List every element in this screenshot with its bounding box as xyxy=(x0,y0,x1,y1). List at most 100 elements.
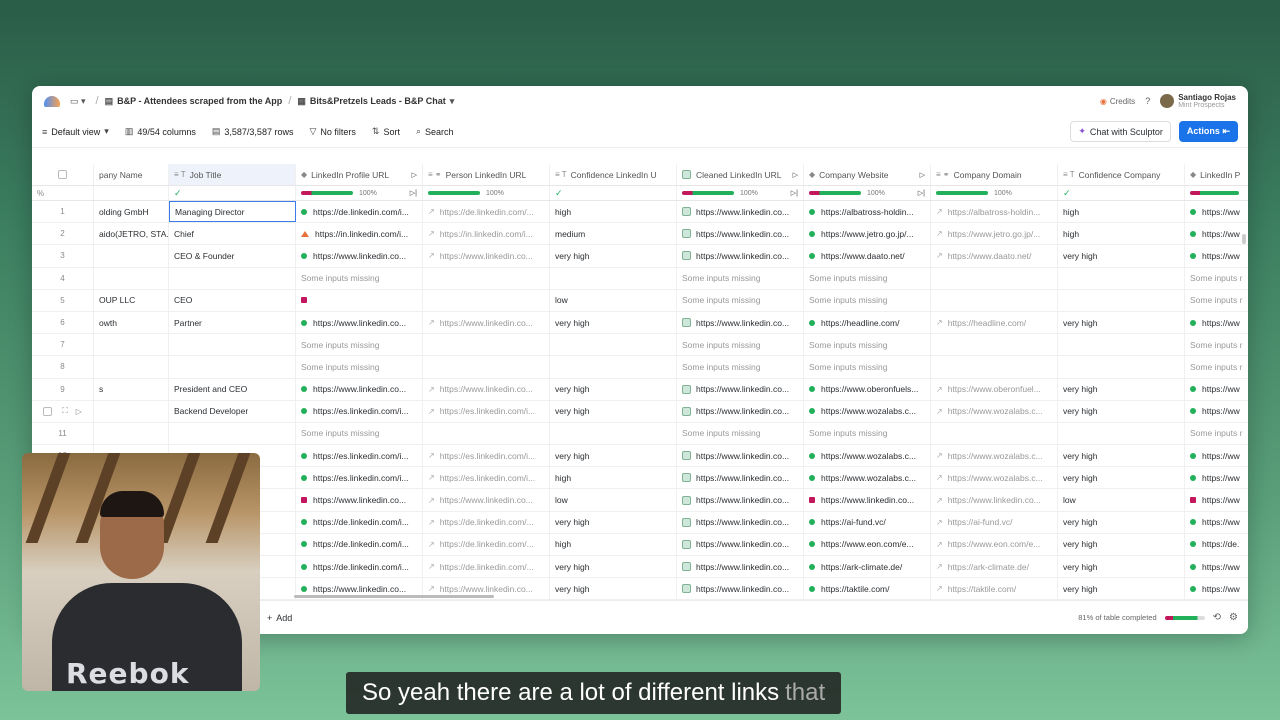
cell-confidence-company[interactable] xyxy=(1058,422,1185,445)
table-row[interactable]: 7 Some inputs missing Some inputs missing S… xyxy=(32,334,1248,357)
cell-confidence-linkedin[interactable]: medium xyxy=(550,223,677,245)
cell-confidence-company[interactable]: high xyxy=(1058,201,1185,223)
run-icon[interactable]: ▷ xyxy=(793,171,798,179)
cell-confidence-linkedin[interactable]: very high xyxy=(550,400,677,422)
settings-icon[interactable]: ⚙ xyxy=(1229,612,1238,623)
cell-company-domain[interactable]: ↗ https://www.wozalabs.c... xyxy=(931,445,1058,467)
vertical-scrollbar[interactable] xyxy=(1242,234,1246,244)
cell-company-domain[interactable]: ↗ https://headline.com/ xyxy=(931,311,1058,334)
cell-person-linkedin-url[interactable]: ↗ https://de.linkedin.com/... xyxy=(423,556,550,578)
cell-job-title[interactable]: Managing Director xyxy=(169,201,296,223)
cell-linkedin-profile-url[interactable]: https://es.linkedin.com/i... xyxy=(296,467,423,489)
cell-linkedin-profile-url[interactable]: https://www.linkedin.co... xyxy=(296,378,423,400)
cell-linkedin-p[interactable]: https://de. xyxy=(1185,534,1248,555)
cell-company-website[interactable]: https://ark-climate.de/ xyxy=(804,556,931,578)
cell-confidence-linkedin[interactable]: high xyxy=(550,467,677,489)
cell-cleaned-linkedin-url[interactable]: https://www.linkedin.co... xyxy=(677,511,804,533)
cell-linkedin-profile-url[interactable]: Some inputs missing xyxy=(296,422,423,445)
cell-linkedin-profile-url[interactable]: https://in.linkedin.com/i... xyxy=(296,223,423,245)
row-checkbox[interactable] xyxy=(43,406,53,416)
cell-company-domain[interactable]: ↗ https://taktile.com/ xyxy=(931,578,1058,600)
filter-button[interactable]: ▽ No filters xyxy=(309,126,355,137)
cell-cleaned-linkedin-url[interactable]: https://www.linkedin.co... xyxy=(677,311,804,334)
cell-cleaned-linkedin-url[interactable]: https://www.linkedin.co... xyxy=(677,245,804,267)
cell-company-website[interactable]: https://www.wozalabs.c... xyxy=(804,400,931,422)
app-logo[interactable] xyxy=(44,94,60,108)
cell-company-name[interactable]: s xyxy=(94,378,169,400)
cell-confidence-linkedin[interactable]: high xyxy=(550,201,677,223)
cell-linkedin-profile-url[interactable]: https://es.linkedin.com/i... xyxy=(296,400,423,422)
run-icon[interactable]: ▷ xyxy=(920,171,925,179)
cell-confidence-linkedin[interactable] xyxy=(550,422,677,445)
table-row[interactable]: 3 CEO & Founder https://www.linkedin.co...… xyxy=(32,245,1248,268)
table-row[interactable]: 2 aido(JETRO, STA... Chief https://in.linke… xyxy=(32,223,1248,246)
cell-cleaned-linkedin-url[interactable]: https://www.linkedin.co... xyxy=(677,556,804,578)
cell-confidence-linkedin[interactable]: very high xyxy=(550,556,677,578)
folder-icon[interactable]: ▭ ▾ xyxy=(70,96,86,107)
cell-job-title[interactable]: Chief xyxy=(169,223,296,245)
cell-company-website[interactable]: https://www.daato.net/ xyxy=(804,245,931,267)
cell-linkedin-profile-url[interactable]: https://de.linkedin.com/i... xyxy=(296,201,423,223)
col-header-person-linkedin-url[interactable]: ≡ ⚭ Person LinkedIn URL xyxy=(423,164,550,185)
cell-cleaned-linkedin-url[interactable]: https://www.linkedin.co... xyxy=(677,201,804,223)
cell-company-name[interactable] xyxy=(94,356,169,378)
cell-company-domain[interactable]: ↗ https://ai-fund.vc/ xyxy=(931,511,1058,533)
cell-confidence-company[interactable]: very high xyxy=(1058,556,1185,578)
cell-linkedin-p[interactable]: https://ww xyxy=(1185,489,1248,510)
cell-linkedin-profile-url[interactable]: Some inputs missing xyxy=(296,334,423,356)
credits-button[interactable]: ◉ Credits xyxy=(1100,97,1135,106)
cell-company-website[interactable]: https://headline.com/ xyxy=(804,311,931,334)
rows-button[interactable]: ▤ 3,587/3,587 rows xyxy=(212,126,294,137)
search-button[interactable]: ⌕ Search xyxy=(416,126,454,137)
cell-confidence-linkedin[interactable]: very high xyxy=(550,578,677,600)
cell-linkedin-profile-url[interactable]: https://de.linkedin.com/i... xyxy=(296,511,423,533)
cell-company-domain[interactable] xyxy=(931,356,1058,378)
cell-person-linkedin-url[interactable] xyxy=(423,289,550,311)
cell-person-linkedin-url[interactable] xyxy=(423,356,550,378)
cell-linkedin-profile-url[interactable]: https://www.linkedin.co... xyxy=(296,311,423,334)
cell-job-title[interactable] xyxy=(169,334,296,356)
cell-company-website[interactable]: https://taktile.com/ xyxy=(804,578,931,600)
cell-company-website[interactable]: https://albatross-holdin... xyxy=(804,201,931,223)
cell-confidence-linkedin[interactable]: very high xyxy=(550,245,677,267)
play-icon[interactable]: ▷ xyxy=(76,407,82,416)
cell-confidence-linkedin[interactable]: low xyxy=(550,489,677,511)
cell-linkedin-profile-url[interactable]: https://www.linkedin.co... xyxy=(296,489,423,511)
cell-person-linkedin-url[interactable]: ↗ https://www.linkedin.co... xyxy=(423,311,550,334)
cell-person-linkedin-url[interactable]: ↗ https://es.linkedin.com/i... xyxy=(423,400,550,422)
cell-linkedin-p[interactable]: https://ww xyxy=(1185,556,1248,577)
cell-confidence-company[interactable]: very high xyxy=(1058,511,1185,533)
cell-confidence-linkedin[interactable] xyxy=(550,356,677,378)
breadcrumb-sheet[interactable]: ▤ B&P - Attendees scraped from the App xyxy=(105,96,283,107)
cell-confidence-company[interactable]: very high xyxy=(1058,578,1185,600)
col-header-linkedin-p[interactable]: ◆ LinkedIn P xyxy=(1185,164,1248,185)
cell-company-domain[interactable]: ↗ https://www.jetro.go.jp/... xyxy=(931,223,1058,245)
cell-confidence-company[interactable]: high xyxy=(1058,223,1185,245)
cell-linkedin-profile-url[interactable]: https://de.linkedin.com/i... xyxy=(296,556,423,578)
cell-confidence-linkedin[interactable]: very high xyxy=(550,511,677,533)
cell-company-domain[interactable] xyxy=(931,334,1058,356)
cell-linkedin-profile-url[interactable]: Some inputs missing xyxy=(296,267,423,289)
cell-company-website[interactable]: Some inputs missing xyxy=(804,267,931,289)
cell-person-linkedin-url[interactable]: ↗ https://www.linkedin.co... xyxy=(423,378,550,400)
cell-company-domain[interactable]: ↗ https://www.daato.net/ xyxy=(931,245,1058,267)
cell-company-domain[interactable]: ↗ https://www.wozalabs.c... xyxy=(931,467,1058,489)
cell-person-linkedin-url[interactable]: ↗ https://de.linkedin.com/... xyxy=(423,201,550,223)
cell-company-name[interactable] xyxy=(94,245,169,267)
table-row[interactable]: 1 olding GmbH Managing Director https://de.… xyxy=(32,201,1248,224)
cell-linkedin-p[interactable]: https://ww xyxy=(1185,512,1248,533)
cell-cleaned-linkedin-url[interactable]: https://www.linkedin.co... xyxy=(677,533,804,555)
cell-company-name[interactable]: aido(JETRO, STA... xyxy=(94,223,169,245)
cell-company-domain[interactable]: ↗ https://ark-climate.de/ xyxy=(931,556,1058,578)
cell-company-website[interactable]: https://www.jetro.go.jp/... xyxy=(804,223,931,245)
cell-linkedin-p[interactable]: Some inputs r xyxy=(1185,290,1248,311)
history-icon[interactable]: ⟲ xyxy=(1213,612,1221,623)
cell-linkedin-profile-url[interactable]: https://es.linkedin.com/i... xyxy=(296,445,423,467)
cell-person-linkedin-url[interactable] xyxy=(423,422,550,445)
cell-linkedin-p[interactable]: Some inputs r xyxy=(1185,423,1248,444)
cell-job-title[interactable] xyxy=(169,267,296,289)
cell-cleaned-linkedin-url[interactable]: https://www.linkedin.co... xyxy=(677,489,804,511)
cell-person-linkedin-url[interactable]: ↗ https://in.linkedin.com/i... xyxy=(423,223,550,245)
cell-cleaned-linkedin-url[interactable]: https://www.linkedin.co... xyxy=(677,378,804,400)
cell-confidence-linkedin[interactable]: very high xyxy=(550,378,677,400)
